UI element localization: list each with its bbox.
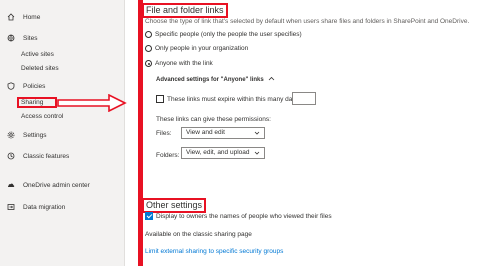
files-label: Files: xyxy=(156,130,172,137)
permissions-label: These links can give these permissions: xyxy=(156,116,271,123)
file-folder-links-title: File and folder links xyxy=(142,3,228,18)
cloud-icon xyxy=(7,181,15,189)
radio-specific-people[interactable] xyxy=(145,31,152,38)
nav-policies-label: Policies xyxy=(23,82,46,90)
radio-anyone-with-link[interactable] xyxy=(145,60,152,67)
nav-settings[interactable]: Settings xyxy=(0,128,124,142)
sharing-highlight-box xyxy=(17,97,57,108)
advanced-settings-label: Advanced settings for "Anyone" links xyxy=(156,77,264,83)
nav-data-migration-label: Data migration xyxy=(23,203,66,211)
nav-classic-features-label: Classic features xyxy=(23,152,70,160)
classic-features-icon xyxy=(7,152,15,160)
red-frame-line xyxy=(138,0,143,266)
migration-icon xyxy=(7,203,15,211)
nav-access-control[interactable]: Access control xyxy=(21,113,63,120)
nav-data-migration[interactable]: Data migration xyxy=(0,200,124,214)
nav-settings-label: Settings xyxy=(23,131,47,139)
red-arrow-annotation xyxy=(57,94,127,112)
radio-specific-people-label: Specific people (only the people the use… xyxy=(155,31,302,38)
nav-policies[interactable]: Policies xyxy=(0,79,124,93)
nav-sites[interactable]: Sites xyxy=(0,31,124,45)
file-folder-description: Choose the type of link that's selected … xyxy=(145,18,470,25)
nav-home-label: Home xyxy=(23,13,41,21)
home-icon xyxy=(7,13,15,21)
expire-links-label: These links must expire within this many… xyxy=(167,96,299,103)
classic-sharing-text: Available on the classic sharing page xyxy=(145,231,252,238)
folders-permission-dropdown[interactable]: View, edit, and upload xyxy=(181,147,265,159)
gear-icon xyxy=(7,131,15,139)
nav-active-sites[interactable]: Active sites xyxy=(21,51,54,58)
display-owners-label: Display to owners the names of people wh… xyxy=(156,213,332,220)
advanced-settings-toggle[interactable]: Advanced settings for "Anyone" links xyxy=(156,76,275,83)
other-settings-title: Other settings xyxy=(142,198,207,213)
chevron-down-icon xyxy=(254,131,260,135)
radio-only-organization[interactable] xyxy=(145,45,152,52)
expire-days-input[interactable] xyxy=(292,92,316,105)
chevron-up-icon xyxy=(269,76,275,81)
files-permission-dropdown[interactable]: View and edit xyxy=(181,127,265,139)
nav-classic-features[interactable]: Classic features xyxy=(0,149,124,163)
display-owners-checkbox[interactable] xyxy=(145,212,153,220)
limit-external-sharing-link[interactable]: Limit external sharing to specific secur… xyxy=(145,248,283,255)
folders-permission-value: View, edit, and upload xyxy=(186,149,250,156)
radio-only-organization-label: Only people in your organization xyxy=(155,45,249,52)
expire-links-checkbox[interactable] xyxy=(156,95,164,103)
nav-home[interactable]: Home xyxy=(0,10,124,24)
files-permission-value: View and edit xyxy=(186,129,225,136)
radio-anyone-label: Anyone with the link xyxy=(155,60,213,67)
nav-onedrive-admin-center[interactable]: OneDrive admin center xyxy=(0,178,124,192)
folders-label: Folders: xyxy=(156,152,180,159)
nav-deleted-sites[interactable]: Deleted sites xyxy=(21,65,59,72)
left-navigation: Home Sites Active sites Deleted sites Po… xyxy=(0,0,125,266)
globe-icon xyxy=(7,34,15,42)
nav-sites-label: Sites xyxy=(23,34,38,42)
chevron-down-icon xyxy=(254,151,260,155)
policy-icon xyxy=(7,82,15,90)
nav-onedrive-label: OneDrive admin center xyxy=(23,181,90,189)
